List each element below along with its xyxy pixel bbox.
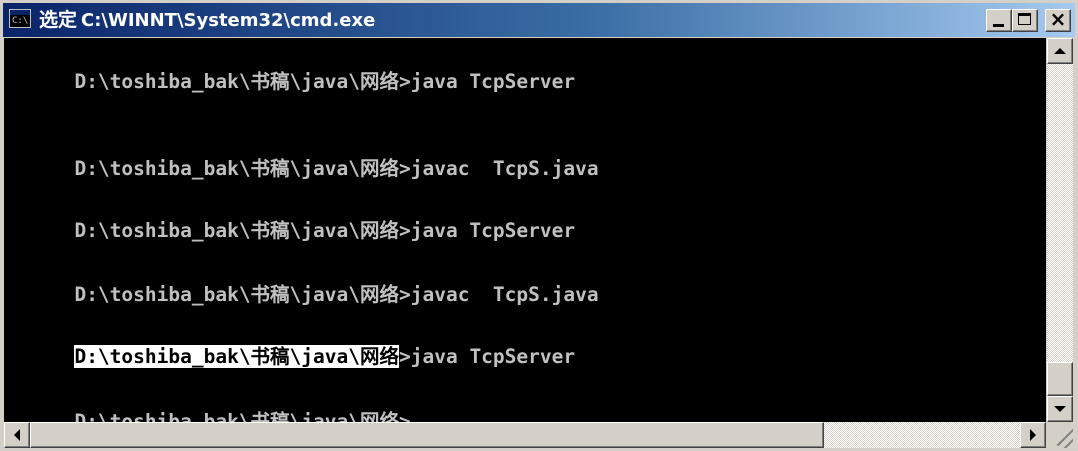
vertical-scroll-thumb[interactable] <box>1047 362 1073 396</box>
line-text: D:\toshiba_bak\书稿\java\网络>java TcpServer <box>74 219 576 242</box>
close-button[interactable]: × <box>1045 7 1071 32</box>
line-text: D:\toshiba_bak\书稿\java\网络> <box>74 410 411 422</box>
scroll-right-button[interactable] <box>1020 422 1046 448</box>
minimize-icon <box>993 24 1004 27</box>
line-text: D:\toshiba_bak\书稿\java\网络>javac TcpS.jav… <box>74 157 599 180</box>
minimize-button[interactable] <box>986 9 1012 32</box>
console-app-icon[interactable]: C:\ <box>9 9 31 28</box>
maximize-button[interactable] <box>1012 9 1038 32</box>
console-line[interactable]: D:\toshiba_bak\书稿\java\网络>java TcpServer <box>4 43 575 93</box>
console-prompt-line[interactable]: D:\toshiba_bak\书稿\java\网络> <box>4 383 410 422</box>
close-icon: × <box>1049 7 1067 31</box>
right-arrow-icon <box>1030 429 1036 441</box>
window-title: 选定 C:\WINNT\System32\cmd.exe <box>39 7 375 33</box>
maximize-icon <box>1018 13 1031 25</box>
title-mode-label: 选定 <box>39 9 78 31</box>
console-line[interactable]: D:\toshiba_bak\书稿\java\网络>java TcpServer <box>4 192 575 242</box>
scroll-down-button[interactable] <box>1047 396 1073 422</box>
console-line[interactable]: D:\toshiba_bak\书稿\java\网络>javac TcpS.jav… <box>4 256 598 306</box>
line-text: D:\toshiba_bak\书稿\java\网络>javac TcpS.jav… <box>74 283 599 306</box>
scroll-up-button[interactable] <box>1047 38 1073 64</box>
cmd-window: C:\ 选定 C:\WINNT\System32\cmd.exe × D:\tos… <box>0 0 1078 451</box>
console-output[interactable]: D:\toshiba_bak\书稿\java\网络>java TcpServer… <box>4 38 1046 422</box>
line-text: >java TcpServer <box>399 345 576 368</box>
title-bar[interactable]: C:\ 选定 C:\WINNT\System32\cmd.exe × <box>3 3 1075 37</box>
title-path: C:\WINNT\System32\cmd.exe <box>81 10 376 31</box>
console-line-selected[interactable]: D:\toshiba_bak\书稿\java\网络>java TcpServer <box>4 318 575 368</box>
horizontal-scrollbar[interactable] <box>4 422 1046 448</box>
app-icon-text: C:\ <box>12 16 29 26</box>
up-arrow-icon <box>1054 48 1066 54</box>
vertical-scrollbar[interactable] <box>1047 38 1073 422</box>
line-text: D:\toshiba_bak\书稿\java\网络>java TcpServer <box>74 70 576 93</box>
console-line[interactable]: D:\toshiba_bak\书稿\java\网络>javac TcpS.jav… <box>4 130 598 180</box>
down-arrow-icon <box>1054 406 1066 412</box>
scroll-left-button[interactable] <box>4 422 30 448</box>
line-selected-text: D:\toshiba_bak\书稿\java\网络 <box>74 345 399 368</box>
left-arrow-icon <box>14 429 20 441</box>
resize-grip-icon[interactable] <box>1047 422 1073 448</box>
horizontal-scroll-thumb[interactable] <box>30 422 824 448</box>
